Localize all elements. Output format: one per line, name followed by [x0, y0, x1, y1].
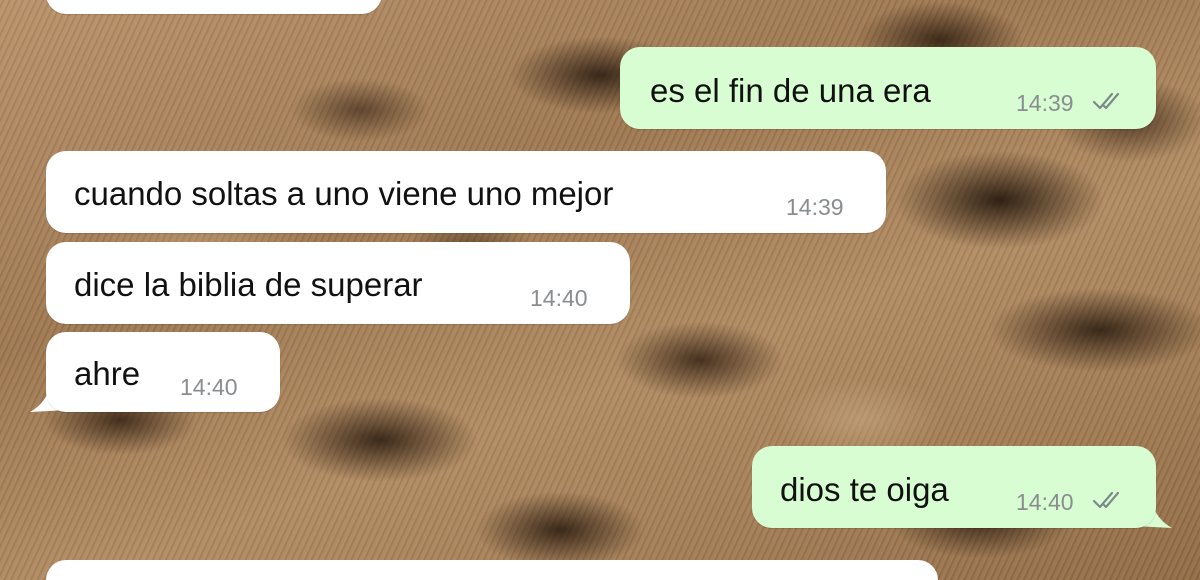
message-text: cuando soltas a uno viene uno mejor: [74, 175, 614, 212]
message-timestamp: 14:39: [786, 194, 844, 220]
message-bubble-incoming[interactable]: dice la biblia de superar 14:40: [46, 242, 630, 324]
message-timestamp: 14:40: [180, 374, 238, 400]
message-timestamp: 14:40: [1016, 489, 1074, 515]
message-text: dios te oiga: [780, 471, 949, 508]
double-check-icon: [1092, 491, 1120, 509]
message-bubble-partial-bottom[interactable]: [46, 560, 938, 580]
message-bubble-partial-top[interactable]: [46, 0, 382, 14]
message-timestamp: 14:40: [530, 285, 588, 311]
message-text: ahre: [74, 355, 141, 392]
message-bubble-incoming[interactable]: cuando soltas a uno viene uno mejor 14:3…: [46, 151, 886, 233]
message-text: dice la biblia de superar: [74, 266, 423, 303]
double-check-icon: [1092, 92, 1120, 110]
message-bubble-outgoing[interactable]: dios te oiga 14:40: [752, 446, 1156, 528]
message-bubble-incoming[interactable]: ahre 14:40: [46, 332, 280, 412]
message-bubble-outgoing[interactable]: es el fin de una era 14:39: [620, 47, 1156, 129]
message-timestamp: 14:39: [1016, 90, 1074, 116]
message-text: es el fin de una era: [650, 72, 931, 109]
